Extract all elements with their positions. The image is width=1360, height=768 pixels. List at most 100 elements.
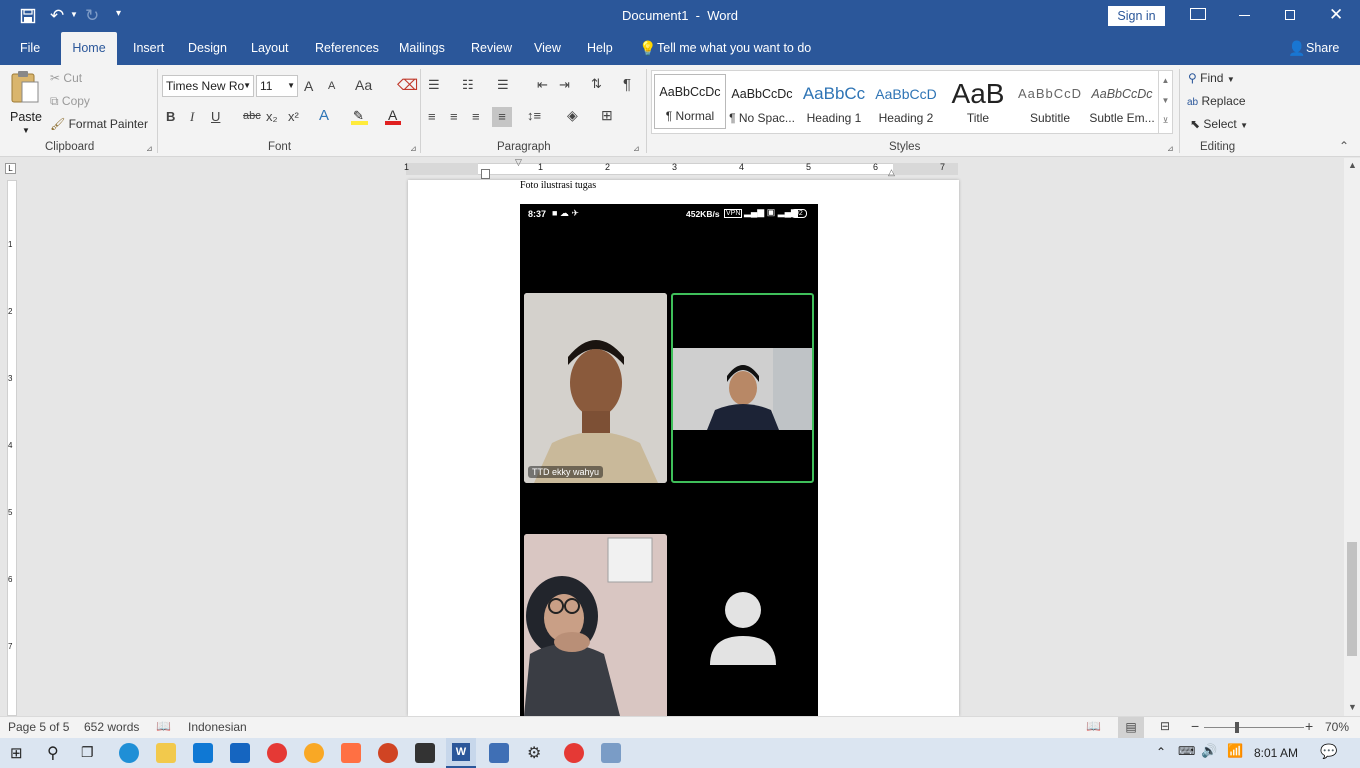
subscript-button[interactable]: x₂ <box>266 109 278 124</box>
right-indent-marker[interactable]: △ <box>888 167 895 178</box>
chevron-up-icon[interactable]: ⌃ <box>1156 745 1166 759</box>
superscript-button[interactable]: x² <box>288 109 299 124</box>
notifications-icon[interactable]: 💬 <box>1320 743 1337 760</box>
proofing-icon[interactable]: 📖 <box>156 719 171 733</box>
align-right-icon[interactable]: ≡ <box>472 109 480 124</box>
font-name-combo[interactable]: Times New Ro ▼ <box>162 75 254 97</box>
app-icon[interactable] <box>489 743 509 763</box>
tab-layout[interactable]: Layout <box>240 32 300 65</box>
style-subtitle[interactable]: AaBbCcD Subtitle <box>1014 77 1086 132</box>
mail-icon[interactable] <box>230 743 250 763</box>
windows-start-icon[interactable]: ⊞ <box>10 744 23 762</box>
horizontal-ruler[interactable]: L 1 1 2 3 4 5 6 7 ▽ △ <box>0 157 1344 180</box>
styles-launcher-icon[interactable]: ⊿ <box>1167 144 1174 153</box>
tab-help[interactable]: Help <box>576 32 624 65</box>
more-styles-icon[interactable]: ⊻ <box>1159 111 1172 131</box>
select-button[interactable]: ⬉ Select ▼ <box>1190 117 1248 131</box>
justify-icon[interactable]: ≡ <box>492 107 512 127</box>
print-layout-icon[interactable]: ▤ <box>1118 717 1144 738</box>
close-icon[interactable]: ✕ <box>1329 5 1343 25</box>
borders-icon[interactable]: ⊞ <box>601 107 613 124</box>
tab-review[interactable]: Review <box>460 32 523 65</box>
zoom-slider-thumb[interactable] <box>1235 722 1240 733</box>
read-mode-icon[interactable]: 📖 <box>1086 719 1101 733</box>
app-icon[interactable] <box>304 743 324 763</box>
app-icon[interactable] <box>267 743 287 763</box>
align-center-icon[interactable]: ≡ <box>450 109 458 124</box>
terminal-icon[interactable] <box>415 743 435 763</box>
edge-icon[interactable] <box>119 743 139 763</box>
style-no-spacing[interactable]: AaBbCcDc ¶ No Spac... <box>726 77 798 132</box>
save-icon[interactable] <box>20 8 36 24</box>
powerpoint-icon[interactable] <box>378 743 398 763</box>
left-indent-marker[interactable] <box>481 169 490 179</box>
decrease-indent-icon[interactable]: ⇤ <box>537 77 548 93</box>
text-effects-icon[interactable]: A <box>319 107 329 124</box>
style-subtle-emphasis[interactable]: AaBbCcDc Subtle Em... <box>1086 77 1158 132</box>
web-layout-icon[interactable]: ⊟ <box>1160 719 1170 733</box>
clipboard-launcher-icon[interactable]: ⊿ <box>146 144 153 153</box>
styles-scroll[interactable]: ▲ ▼ ⊻ <box>1158 71 1172 133</box>
scroll-thumb[interactable] <box>1347 542 1357 656</box>
replace-button[interactable]: ab Replace <box>1187 94 1246 108</box>
style-normal[interactable]: AaBbCcDc ¶ Normal <box>654 74 726 129</box>
page-count[interactable]: Page 5 of 5 <box>8 720 69 734</box>
word-count[interactable]: 652 words <box>84 720 139 734</box>
font-size-combo[interactable]: 11 ▼ <box>256 75 298 97</box>
zoom-in-icon[interactable]: + <box>1305 718 1313 734</box>
bold-button[interactable]: B <box>166 109 175 124</box>
bullets-icon[interactable]: ☰ <box>428 77 440 93</box>
customize-quick-access-icon[interactable]: ▾ <box>116 8 121 19</box>
format-painter-button[interactable]: 🖌 Format Painter <box>50 117 148 131</box>
app-icon[interactable] <box>564 743 584 763</box>
sign-in-button[interactable]: Sign in <box>1108 6 1165 26</box>
clock[interactable]: 8:01 AM <box>1254 746 1298 760</box>
tab-references[interactable]: References <box>304 32 390 65</box>
tab-mailings[interactable]: Mailings <box>388 32 456 65</box>
paste-button[interactable]: Paste ▼ <box>6 70 44 135</box>
zoom-out-icon[interactable]: − <box>1191 718 1199 734</box>
scroll-down-icon[interactable]: ▼ <box>1348 702 1357 712</box>
store-icon[interactable] <box>193 743 213 763</box>
tab-home[interactable]: Home <box>61 32 117 65</box>
tab-selector-icon[interactable]: L <box>5 163 16 174</box>
style-title[interactable]: AaB Title <box>942 77 1014 132</box>
zoom-level[interactable]: 70% <box>1325 720 1349 734</box>
shrink-font-button[interactable]: A <box>328 80 335 92</box>
app-icon[interactable] <box>341 743 361 763</box>
language[interactable]: Indonesian <box>188 720 247 734</box>
tell-me-search[interactable]: Tell me what you want to do <box>657 41 811 55</box>
share-button[interactable]: Share <box>1306 41 1339 55</box>
grow-font-button[interactable]: A <box>304 78 313 94</box>
increase-indent-icon[interactable]: ⇥ <box>559 77 570 93</box>
find-button[interactable]: ⚲ Find ▼ <box>1188 71 1235 85</box>
tab-view[interactable]: View <box>523 32 572 65</box>
app-icon[interactable] <box>601 743 621 763</box>
file-explorer-icon[interactable] <box>156 743 176 763</box>
numbering-icon[interactable]: ☷ <box>462 77 474 93</box>
vertical-scrollbar[interactable]: ▲ ▼ <box>1344 158 1360 716</box>
tab-design[interactable]: Design <box>177 32 238 65</box>
align-left-icon[interactable]: ≡ <box>428 109 436 124</box>
style-heading-1[interactable]: AaBbCc Heading 1 <box>798 77 870 132</box>
settings-icon[interactable]: ⚙ <box>527 743 541 763</box>
restore-icon[interactable] <box>1285 10 1295 20</box>
tab-insert[interactable]: Insert <box>122 32 175 65</box>
video-call-screenshot[interactable]: 8:37 ■ ☁ ✈ 452KB/s VPN ▂▄▆ ▣ ▂▄▆ 92 TTD … <box>520 204 818 716</box>
strikethrough-button[interactable]: abc <box>243 110 261 122</box>
ribbon-display-options-icon[interactable] <box>1190 8 1206 20</box>
minimize-icon[interactable] <box>1239 15 1250 16</box>
line-spacing-icon[interactable]: ↕≡ <box>527 108 541 123</box>
vertical-ruler[interactable]: 1 2 3 4 5 6 7 <box>0 180 22 716</box>
font-launcher-icon[interactable]: ⊿ <box>410 144 417 153</box>
network-icon[interactable]: ⌨ <box>1178 744 1195 758</box>
sort-icon[interactable]: ⇅ <box>591 76 602 92</box>
change-case-button[interactable]: Aa <box>355 77 372 93</box>
scroll-up-icon[interactable]: ▲ <box>1348 160 1357 170</box>
chevron-up-icon[interactable]: ▲ <box>1159 71 1172 91</box>
collapse-ribbon-icon[interactable]: ⌃ <box>1339 139 1349 153</box>
word-icon[interactable]: W <box>446 738 476 768</box>
undo-icon[interactable]: ↶ <box>50 6 64 26</box>
wifi-icon[interactable]: 📶 <box>1227 743 1243 759</box>
italic-button[interactable]: I <box>190 109 194 125</box>
